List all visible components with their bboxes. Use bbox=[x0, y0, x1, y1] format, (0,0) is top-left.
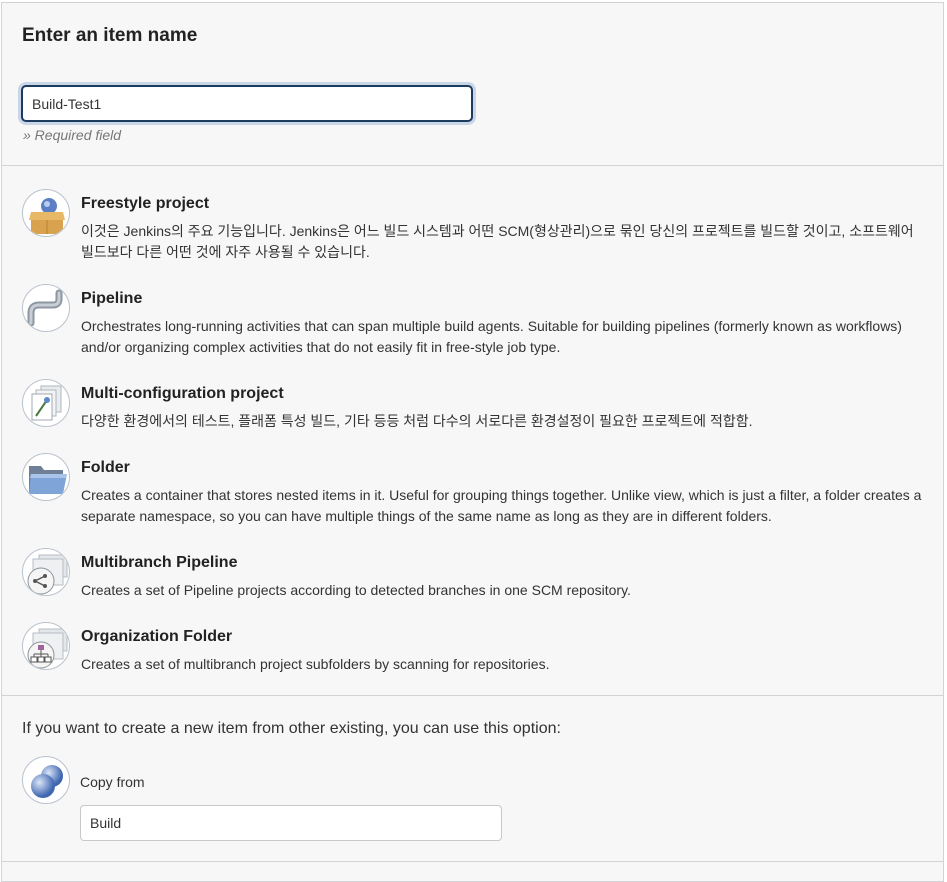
item-type-label: Pipeline bbox=[81, 290, 143, 307]
item-type-description: Creates a set of multibranch project sub… bbox=[81, 656, 550, 672]
folder-icon bbox=[22, 453, 70, 501]
multi-config-icon bbox=[22, 379, 70, 427]
copy-from-label: Copy from bbox=[80, 774, 145, 790]
item-type-label: Multi-configuration project bbox=[81, 385, 284, 402]
item-type-description: Creates a container that stores nested i… bbox=[81, 487, 922, 524]
divider bbox=[2, 861, 943, 862]
item-type-label: Organization Folder bbox=[81, 628, 233, 645]
item-type-description: Orchestrates long-running activities tha… bbox=[81, 318, 902, 355]
item-type-folder[interactable]: Folder Creates a container that stores n… bbox=[2, 449, 943, 527]
item-type-organization-folder[interactable]: Organization Folder Creates a set of mul… bbox=[2, 618, 943, 678]
item-type-description: 다양한 환경에서의 테스트, 플래폼 특성 빌드, 기타 등등 처럼 다수의 서… bbox=[81, 413, 753, 429]
new-item-panel: Enter an item name » Required field Free… bbox=[1, 2, 944, 882]
item-name-input[interactable] bbox=[21, 85, 473, 122]
item-type-label: Freestyle project bbox=[81, 195, 210, 212]
divider bbox=[2, 165, 943, 166]
pipeline-pipe-icon bbox=[22, 284, 70, 332]
item-type-label: Folder bbox=[81, 459, 130, 476]
item-type-multi-configuration-project[interactable]: Multi-configuration project 다양한 환경에서의 테스… bbox=[2, 375, 943, 435]
multibranch-pipeline-icon bbox=[22, 548, 70, 596]
copy-from-input[interactable] bbox=[80, 805, 502, 841]
divider bbox=[2, 695, 943, 696]
item-type-description: Creates a set of Pipeline projects accor… bbox=[81, 582, 631, 598]
organization-folder-icon bbox=[22, 622, 70, 670]
item-type-multibranch-pipeline[interactable]: Multibranch Pipeline Creates a set of Pi… bbox=[2, 544, 943, 604]
copy-intro-text: If you want to create a new item from ot… bbox=[22, 720, 561, 737]
item-type-pipeline[interactable]: Pipeline Orchestrates long-running activ… bbox=[2, 280, 943, 358]
item-type-description: 이것은 Jenkins의 주요 기능입니다. Jenkins은 어느 빌드 시스… bbox=[81, 223, 914, 260]
copy-spheres-icon bbox=[22, 756, 70, 804]
page-title: Enter an item name bbox=[22, 25, 198, 46]
freestyle-box-icon bbox=[22, 189, 70, 237]
item-name-section: Enter an item name » Required field bbox=[2, 3, 943, 165]
item-type-freestyle-project[interactable]: Freestyle project 이것은 Jenkins의 주요 기능입니다.… bbox=[2, 185, 943, 263]
item-type-label: Multibranch Pipeline bbox=[81, 554, 238, 571]
required-field-note: » Required field bbox=[23, 127, 122, 143]
